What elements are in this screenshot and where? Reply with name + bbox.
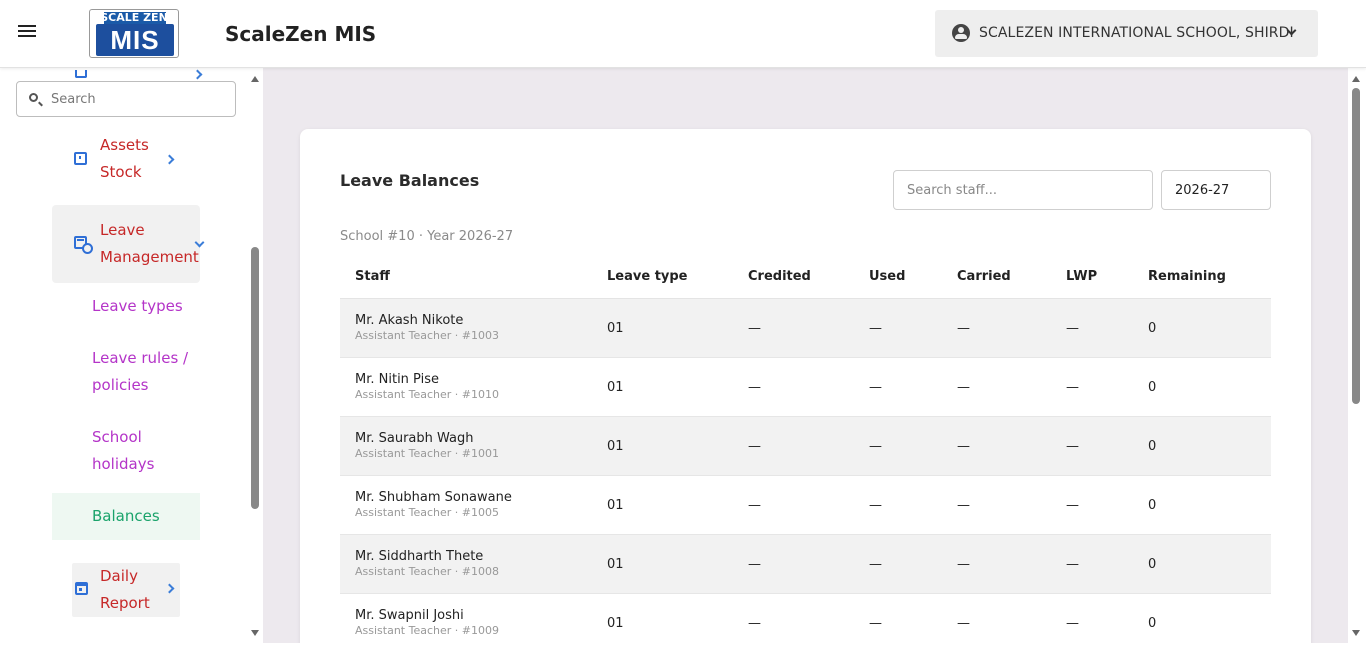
scrollbar-thumb[interactable]	[1352, 88, 1360, 404]
school-selector[interactable]: SCALEZEN INTERNATIONAL SCHOOL, SHIRDI	[935, 10, 1318, 57]
sidebar-subitem-leave-rules[interactable]: Leave rules / policies	[52, 345, 200, 401]
scalezen-logo[interactable]: SCALE ZEN MIS	[89, 9, 179, 58]
credited-cell: —	[748, 321, 761, 336]
main-content: Leave Balances School #10 · Year 2026-27…	[263, 68, 1348, 643]
carried-cell: —	[957, 380, 970, 395]
remaining-cell: 0	[1148, 321, 1157, 336]
sidebar-search-input[interactable]: Search	[16, 81, 236, 117]
lwp-cell: —	[1066, 616, 1079, 631]
main-scrollbar[interactable]	[1348, 70, 1364, 642]
leave-balances-card: Leave Balances School #10 · Year 2026-27…	[300, 129, 1311, 643]
staff-designation: Assistant Teacher · #1010	[355, 388, 499, 401]
carried-cell: —	[957, 616, 970, 631]
scroll-down-arrow-icon[interactable]	[1352, 630, 1360, 636]
table-header: Staff Leave type Credited Used Carried L…	[340, 260, 1271, 299]
leave-type-cell: 01	[607, 498, 624, 513]
table-row[interactable]: Mr. Saurabh Wagh Assistant Teacher · #10…	[340, 417, 1271, 476]
used-cell: —	[869, 616, 882, 631]
staff-name: Mr. Siddharth Thete	[355, 549, 484, 564]
remaining-cell: 0	[1148, 380, 1157, 395]
school-name: SCALEZEN INTERNATIONAL SCHOOL, SHIRDI	[979, 25, 1294, 41]
remaining-cell: 0	[1148, 557, 1157, 572]
used-cell: —	[869, 380, 882, 395]
col-used: Used	[869, 269, 906, 284]
app-title: ScaleZen MIS	[225, 22, 377, 46]
credited-cell: —	[748, 498, 761, 513]
scroll-up-arrow-icon[interactable]	[251, 76, 259, 82]
leave-type-cell: 01	[607, 439, 624, 454]
scrollbar-thumb[interactable]	[251, 247, 259, 509]
sidebar-item-daily-report[interactable]: Daily Report	[72, 563, 180, 617]
sidebar-item-assets-stock[interactable]: Assets Stock	[52, 132, 200, 188]
staff-designation: Assistant Teacher · #1009	[355, 624, 499, 637]
col-leave-type: Leave type	[607, 269, 688, 284]
scroll-up-arrow-icon[interactable]	[1352, 76, 1360, 82]
staff-name: Mr. Swapnil Joshi	[355, 608, 464, 623]
col-remaining: Remaining	[1148, 269, 1226, 284]
leave-type-cell: 01	[607, 557, 624, 572]
top-app-bar: SCALE ZEN MIS ScaleZen MIS SCALEZEN INTE…	[0, 0, 1366, 68]
carried-cell: —	[957, 439, 970, 454]
staff-name: Mr. Saurabh Wagh	[355, 431, 474, 446]
search-icon	[29, 93, 38, 102]
staff-search-input[interactable]	[893, 170, 1153, 210]
leave-type-cell: 01	[607, 616, 624, 631]
col-carried: Carried	[957, 269, 1011, 284]
staff-designation: Assistant Teacher · #1003	[355, 329, 499, 342]
leave-type-cell: 01	[607, 321, 624, 336]
account-circle-icon	[952, 24, 970, 42]
lwp-cell: —	[1066, 439, 1079, 454]
leave-balances-table: Staff Leave type Credited Used Carried L…	[340, 260, 1271, 643]
sidebar-subitem-balances[interactable]: Balances	[52, 493, 200, 540]
carried-cell: —	[957, 321, 970, 336]
year-field[interactable]	[1161, 170, 1271, 210]
credited-cell: —	[748, 380, 761, 395]
staff-designation: Assistant Teacher · #1008	[355, 565, 499, 578]
table-row[interactable]: Mr. Siddharth Thete Assistant Teacher · …	[340, 535, 1271, 594]
staff-designation: Assistant Teacher · #1005	[355, 506, 499, 519]
remaining-cell: 0	[1148, 498, 1157, 513]
staff-designation: Assistant Teacher · #1001	[355, 447, 499, 460]
sidebar-subitem-leave-types[interactable]: Leave types	[52, 293, 200, 321]
cube-icon	[74, 152, 87, 165]
scroll-down-arrow-icon[interactable]	[251, 630, 259, 636]
sidebar-scrollbar[interactable]	[247, 70, 263, 642]
table-row[interactable]: Mr. Shubham Sonawane Assistant Teacher ·…	[340, 476, 1271, 535]
staff-name: Mr. Akash Nikote	[355, 313, 464, 328]
lwp-cell: —	[1066, 321, 1079, 336]
credited-cell: —	[748, 557, 761, 572]
table-row[interactable]: Mr. Nitin Pise Assistant Teacher · #1010…	[340, 358, 1271, 417]
sidebar-subitem-school-holidays[interactable]: School holidays	[52, 424, 200, 480]
calendar-icon	[75, 582, 88, 595]
wallet-icon[interactable]	[75, 70, 87, 78]
menu-icon[interactable]	[14, 22, 40, 46]
calendar-clock-icon	[74, 236, 93, 254]
table-row[interactable]: Mr. Akash Nikote Assistant Teacher · #10…	[340, 299, 1271, 358]
sidebar-item-leave-management[interactable]: Leave Management	[52, 205, 205, 283]
table-row[interactable]: Mr. Swapnil Joshi Assistant Teacher · #1…	[340, 594, 1271, 643]
leave-type-cell: 01	[607, 380, 624, 395]
used-cell: —	[869, 557, 882, 572]
lwp-cell: —	[1066, 380, 1079, 395]
lwp-cell: —	[1066, 498, 1079, 513]
credited-cell: —	[748, 439, 761, 454]
remaining-cell: 0	[1148, 439, 1157, 454]
staff-name: Mr. Shubham Sonawane	[355, 490, 512, 505]
used-cell: —	[869, 498, 882, 513]
col-credited: Credited	[748, 269, 811, 284]
staff-name: Mr. Nitin Pise	[355, 372, 439, 387]
remaining-cell: 0	[1148, 616, 1157, 631]
used-cell: —	[869, 321, 882, 336]
col-staff: Staff	[355, 269, 390, 284]
credited-cell: —	[748, 616, 761, 631]
lwp-cell: —	[1066, 557, 1079, 572]
col-lwp: LWP	[1066, 269, 1098, 284]
school-year-subtitle: School #10 · Year 2026-27	[340, 229, 514, 244]
page-title: Leave Balances	[340, 171, 480, 190]
carried-cell: —	[957, 557, 970, 572]
carried-cell: —	[957, 498, 970, 513]
used-cell: —	[869, 439, 882, 454]
